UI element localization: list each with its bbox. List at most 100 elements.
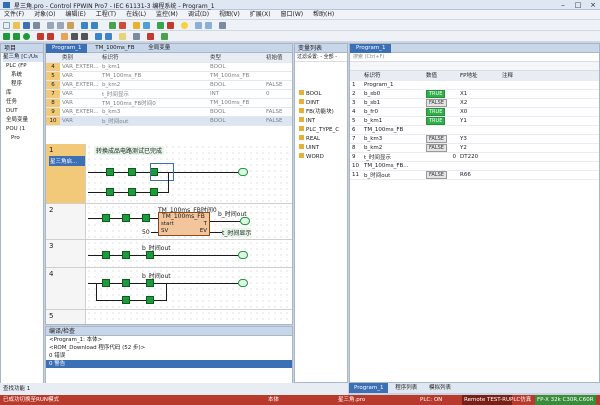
type-item[interactable]: WORD [299, 153, 347, 162]
tree-dut[interactable]: DUT [3, 107, 43, 116]
cut-icon[interactable] [47, 22, 54, 29]
monitor-icon[interactable] [143, 22, 150, 29]
function-block-tm-100ms[interactable]: TM_100ms_FB start SV T EV [158, 212, 210, 236]
monitor-row[interactable]: 9 t_时间显示 0 DT220 [350, 152, 599, 162]
monitor-tab[interactable]: Program_1 [350, 44, 392, 53]
insert-icon[interactable] [161, 33, 168, 40]
delete-icon[interactable] [147, 33, 154, 40]
type-item[interactable]: REAL [299, 135, 347, 144]
paste-icon[interactable] [67, 22, 74, 29]
type-item[interactable]: PLC_TYPE_C [299, 126, 347, 135]
rung-3-contact-3[interactable] [146, 251, 154, 259]
network-icon[interactable] [133, 33, 140, 40]
comment-icon[interactable] [119, 33, 126, 40]
tab-global-vars[interactable]: 全局变量 [142, 44, 176, 53]
bulb-icon[interactable] [181, 22, 188, 29]
tree-pou-program[interactable]: Pro [3, 134, 43, 143]
type-item[interactable]: BOOL [299, 90, 347, 99]
return-icon[interactable] [105, 33, 112, 40]
online-icon[interactable] [133, 22, 140, 29]
menu-online[interactable]: 在线(L) [122, 10, 150, 20]
tab-program-1[interactable]: Program_1 [46, 44, 88, 53]
types-filter[interactable]: 过滤设置: - 全部 - [295, 53, 347, 62]
menu-debug[interactable]: 调试(D) [184, 10, 213, 20]
monitor-search[interactable]: 搜索 (Ctrl+F) [350, 53, 599, 62]
settings-icon[interactable] [219, 22, 226, 29]
tree-system[interactable]: 系统 [3, 71, 43, 80]
rung-1-coil[interactable] [238, 168, 248, 176]
table-row-selected[interactable]: 10 VAR b_时间out BOOL FALSE [46, 116, 292, 126]
ladder-rung-1[interactable]: 1 星三角启... 转换成品电路测试已完成 [46, 144, 292, 204]
rung-4-contact-3[interactable] [146, 279, 154, 287]
bottom-tab-program-list[interactable]: 程序列表 [390, 383, 422, 393]
rung-3-contact-2[interactable] [122, 251, 130, 259]
maximize-button[interactable]: □ [571, 0, 585, 10]
contact-no-icon[interactable] [3, 33, 10, 40]
rung-1-comment[interactable]: 转换成品电路测试已完成 [94, 146, 165, 155]
rung-1-contact-4[interactable] [106, 188, 114, 196]
rung-4-coil[interactable] [238, 279, 248, 287]
menu-view[interactable]: 视图(V) [215, 10, 244, 20]
monitor-row[interactable]: 2 b_sb0 TRUE X1 [350, 89, 599, 99]
rung-4-contact-4[interactable] [122, 296, 130, 304]
table-row[interactable]: 5 VAR TM_100ms_FB TM_100ms_FB [46, 71, 292, 81]
ladder-rung-4[interactable]: 4 b_时间out [46, 268, 292, 310]
undo-icon[interactable] [81, 22, 88, 29]
rung-4-contact-1[interactable] [102, 279, 110, 287]
rung-3-contact-1[interactable] [102, 251, 110, 259]
monitor-row[interactable]: 5 b_km1 TRUE Y1 [350, 116, 599, 126]
stop-red-2-icon[interactable] [47, 33, 54, 40]
stop-red-icon[interactable] [37, 33, 44, 40]
close-button[interactable]: × [586, 0, 600, 10]
tab-tm-100ms-fb[interactable]: TM_100ms_FB [89, 44, 140, 53]
menu-help[interactable]: 帮助(H) [309, 10, 338, 20]
tree-plc[interactable]: PLC (FP [3, 62, 43, 71]
menu-edit[interactable]: 编辑(E) [61, 10, 89, 20]
monitor-row[interactable]: 11 b_时间out FALSE R66 [350, 170, 599, 180]
stop-icon[interactable] [167, 22, 174, 29]
ladder-rung-5[interactable]: 5 [46, 310, 292, 324]
type-item[interactable]: DINT [299, 99, 347, 108]
menu-file[interactable]: 文件(F) [0, 10, 28, 20]
rung-4-contact-2[interactable] [122, 279, 130, 287]
tree-program[interactable]: 程序 [3, 80, 43, 89]
compile-icon[interactable] [109, 22, 116, 29]
vline-icon[interactable] [81, 33, 88, 40]
table-row[interactable]: 7 VAR t_时间显示 INT 0 [46, 89, 292, 99]
table-row[interactable]: 6 VAR_EXTER... b_km2 BOOL FALSE [46, 80, 292, 90]
rung-3-coil[interactable] [238, 251, 248, 259]
rung-4-contact-5[interactable] [146, 296, 154, 304]
print-icon[interactable] [33, 22, 40, 29]
coil-icon[interactable] [23, 33, 30, 40]
ladder-rung-2[interactable]: 2 TM_100ms_FB时间0 TM_100ms_FB start SV T … [46, 204, 292, 240]
monitor-row[interactable]: 6 TM_100ms_FB [350, 125, 599, 135]
rung-2-contact-1[interactable] [102, 214, 110, 222]
new-icon[interactable] [3, 22, 10, 29]
monitor-row[interactable]: 3 b_sb1 FALSE X2 [350, 98, 599, 108]
monitor-row[interactable]: 1 Program_1 [350, 80, 599, 90]
tree-task[interactable]: 任务 [3, 98, 43, 107]
table-row[interactable]: 9 VAR_EXTER... b_km3 BOOL FALSE [46, 107, 292, 117]
tree-pou[interactable]: POU (1 [3, 125, 43, 134]
rung-2-contact-3[interactable] [142, 214, 150, 222]
monitor-row[interactable]: 4 b_fr0 TRUE X0 [350, 107, 599, 117]
ladder-rung-3[interactable]: 3 b_时间out [46, 240, 292, 268]
menu-monitor[interactable]: 监控(M) [152, 10, 182, 20]
tree-global-vars[interactable]: 全局变量 [3, 116, 43, 125]
run-icon[interactable] [157, 22, 164, 29]
open-icon[interactable] [13, 22, 20, 29]
menu-window[interactable]: 窗口(W) [276, 10, 307, 20]
menu-project[interactable]: 工程(T) [92, 10, 120, 20]
type-item[interactable]: UINT [299, 144, 347, 153]
tree-library[interactable]: 库 [3, 89, 43, 98]
contact-nc-icon[interactable] [13, 33, 20, 40]
rung-1-contact-1[interactable] [106, 168, 114, 176]
rung-2-contact-2[interactable] [122, 214, 130, 222]
tree-project-root[interactable]: 星三角 [C:/Us [3, 53, 43, 62]
zoom-icon[interactable] [195, 22, 202, 29]
type-item[interactable]: FB(功能块) [299, 108, 347, 117]
table-row[interactable]: 4 VAR_EXTER... b_km1 BOOL [46, 62, 292, 72]
table-row[interactable]: 8 VAR TM_100ms_FB时间0 TM_100ms_FB [46, 98, 292, 108]
rung-1-contact-2[interactable] [128, 168, 136, 176]
box-icon[interactable] [61, 33, 68, 40]
